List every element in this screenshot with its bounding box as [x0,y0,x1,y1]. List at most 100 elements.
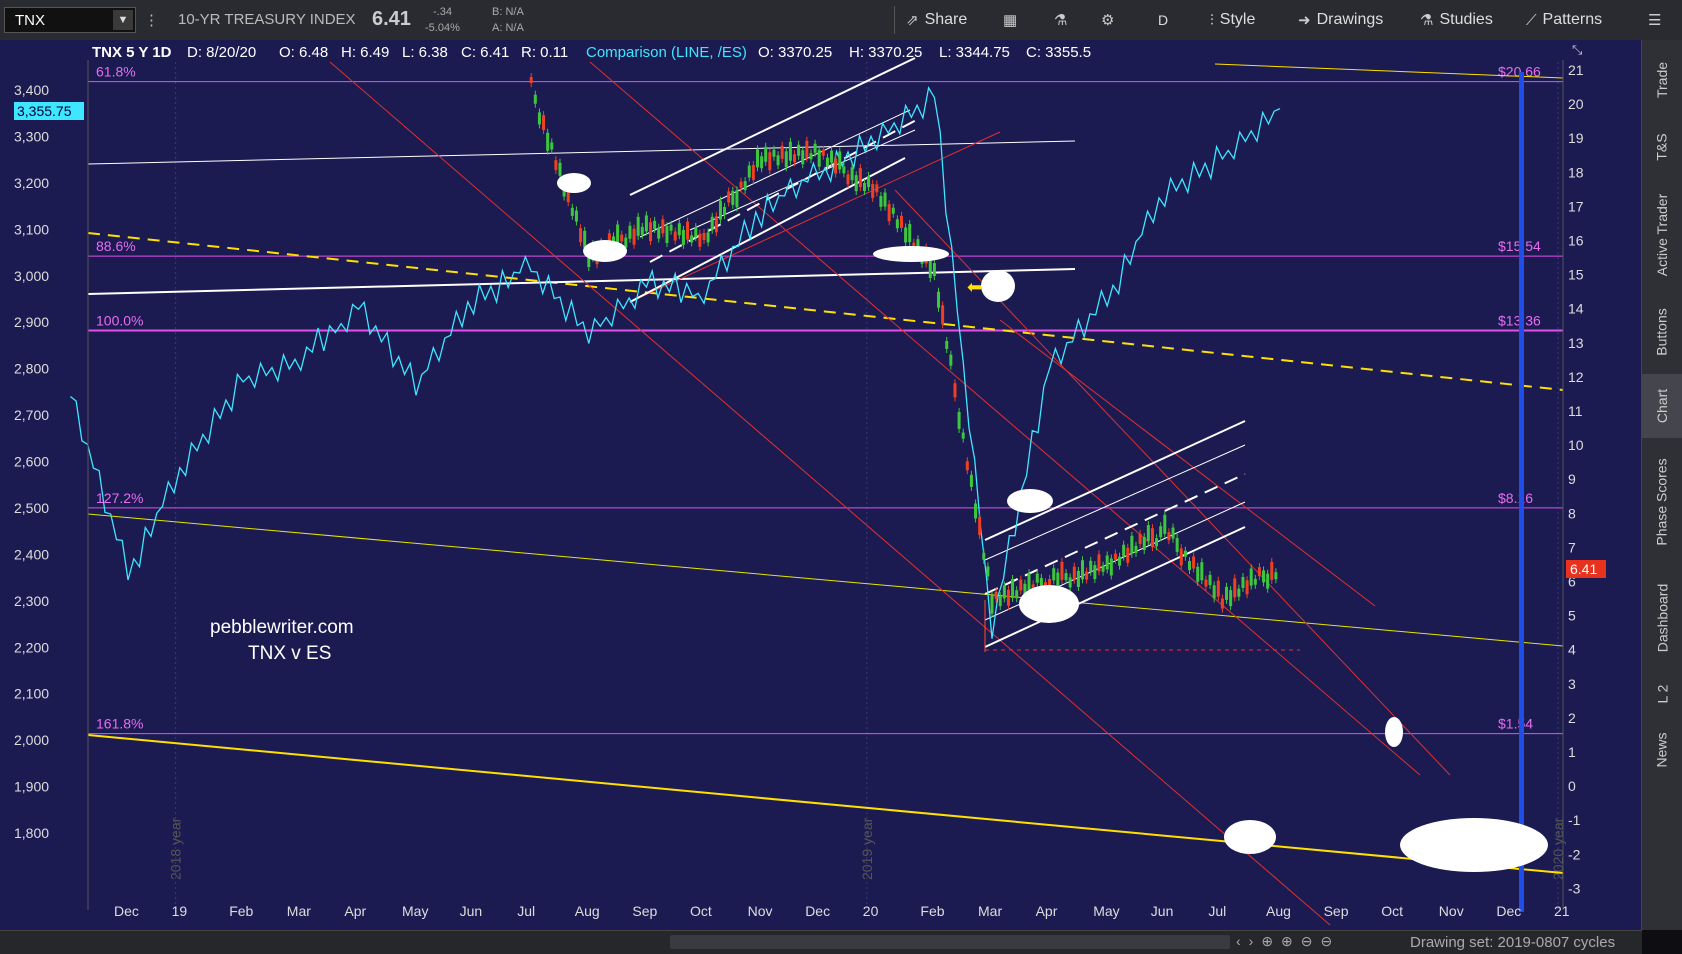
chevron-down-icon[interactable]: ▼ [113,10,133,30]
right-axis-tick: -3 [1568,880,1581,896]
flask-icon: ⚗ [1054,12,1068,29]
x-axis-tick: Oct [690,903,712,919]
ask-value: A: N/A [492,22,524,34]
aggregation-button[interactable]: D [1158,8,1168,32]
x-axis-tick: Jun [460,903,483,919]
highlight-oval [1385,717,1403,747]
x-axis-tick: Jun [1151,903,1174,919]
chart-area[interactable]: TNX 5 Y 1D D: 8/20/20 O: 6.48 H: 6.49 L:… [0,40,1642,930]
right-axis-tick: 14 [1568,301,1584,317]
chart-symbol-info: TNX 5 Y 1D [92,44,172,61]
cmp-low: L: 3344.75 [939,44,1010,61]
x-axis-tick: Feb [920,903,944,919]
chart-date: D: 8/20/20 [187,44,256,61]
right-axis-tick: 10 [1568,437,1584,453]
white-support-line [87,268,1076,295]
right-axis-tick: 3 [1568,676,1576,692]
comparison-label: Comparison (LINE, /ES) [586,44,747,61]
divider [894,6,895,34]
highlight-oval [1019,585,1079,623]
highlight-oval [583,240,627,262]
left-axis-tick: 2,900 [14,314,49,330]
flask-button[interactable]: ⚗ [1054,8,1067,32]
top-toolbar: TNX ▼ ⋮ 10-YR TREASURY INDEX 6.41 -.34 -… [0,0,1682,41]
right-axis-tick: -2 [1568,846,1581,862]
comparison-price-tag: 3,355.75 [17,103,72,119]
studies-button[interactable]: ⚗ Studies [1420,8,1493,32]
left-axis-tick: 3,200 [14,175,49,191]
fib-level-price: $8.16 [1498,490,1533,506]
right-axis-tick: 12 [1568,369,1584,385]
right-axis-tick: 15 [1568,267,1584,283]
highlight-oval [1224,820,1276,854]
year-marker: 2019 year [859,817,875,880]
x-axis-tick: Mar [287,903,311,919]
left-axis-tick: 3,000 [14,268,49,284]
right-axis-tick: 13 [1568,335,1584,351]
x-axis-tick: Sep [1324,903,1349,919]
right-axis-tick: 17 [1568,198,1584,214]
highlight-oval [873,246,949,262]
chart-range: R: 0.11 [521,44,568,61]
cmp-high: H: 3370.25 [849,44,922,61]
flask-icon: ⚗ [1420,12,1434,29]
menu-button[interactable]: ☰ [1648,8,1661,32]
settings-button[interactable]: ⚙ [1101,8,1114,32]
x-axis-tick: Aug [1266,903,1291,919]
x-axis-tick: Apr [344,903,366,919]
highlight-oval [1007,489,1053,513]
highlight-oval [981,270,1015,302]
expand-icon[interactable]: ⤡ [1572,42,1583,57]
instrument-title: 10-YR TREASURY INDEX [178,11,356,28]
tab-phase-scores[interactable]: Phase Scores [1642,442,1682,562]
left-axis-tick: 2,100 [14,686,49,702]
year-marker: 2020 year [1550,817,1566,880]
pct-change: -5.04% [425,22,460,34]
share-button[interactable]: ⇗ Share [906,8,967,32]
right-axis-tick: 20 [1568,96,1584,112]
last-price-tag: 6.41 [1570,561,1597,577]
x-axis-tick: Dec [1496,903,1521,919]
horizontal-scrollbar[interactable] [670,935,1230,949]
white-resistance-line [87,140,1076,165]
arrow-left-icon: ⬅ [967,277,982,297]
left-axis-tick: 2,700 [14,407,49,423]
tab-dashboard[interactable]: Dashboard [1642,568,1682,668]
x-axis-tick: Dec [114,903,139,919]
menu-icon: ☰ [1648,12,1662,29]
left-axis-tick: 2,300 [14,593,49,609]
tab-l2[interactable]: L 2 [1642,674,1682,714]
tab-buttons[interactable]: Buttons [1642,296,1682,368]
year-marker: 2018 year [168,817,184,880]
tab-trade[interactable]: Trade [1642,50,1682,110]
last-price: 6.41 [372,8,411,30]
chart-open: O: 6.48 [279,44,328,61]
tab-active-trader[interactable]: Active Trader [1642,180,1682,290]
left-axis-tick: 2,000 [14,732,49,748]
layout-button[interactable]: ▦ [1003,8,1017,32]
left-axis-tick: 2,400 [14,546,49,562]
channel-upper [984,420,1246,541]
style-button[interactable]: ⫶ Style [1210,8,1255,32]
patterns-button[interactable]: ⟋ Patterns [1526,8,1602,32]
tab-news[interactable]: News [1642,720,1682,780]
x-axis-tick: 19 [172,903,188,919]
right-axis-tick: 8 [1568,505,1576,521]
right-axis-tick: 18 [1568,164,1584,180]
chart-low: L: 6.38 [402,44,448,61]
zoom-controls[interactable]: ‹›⊕⊕⊖⊖ [1236,933,1340,950]
x-axis-tick: Aug [575,903,600,919]
tab-chart[interactable]: Chart [1642,374,1682,438]
layout-icon: ▦ [1003,12,1018,29]
symbol-input[interactable]: TNX ▼ [4,7,136,33]
x-axis-tick: Nov [1439,903,1464,919]
gear-icon: ⚙ [1101,12,1115,29]
x-axis-tick: May [1093,903,1119,919]
right-axis-tick: 7 [1568,539,1576,555]
right-sidebar: Trade T&S Active Trader Buttons Chart Ph… [1641,40,1682,930]
chart-canvas[interactable]: TNX 5 Y 1D D: 8/20/20 O: 6.48 H: 6.49 L:… [0,40,1642,930]
tab-ts[interactable]: T&S [1642,118,1682,176]
right-axis-tick: 9 [1568,471,1576,487]
drawings-button[interactable]: ➜ Drawings [1298,8,1383,32]
net-change: -.34 [433,6,452,18]
